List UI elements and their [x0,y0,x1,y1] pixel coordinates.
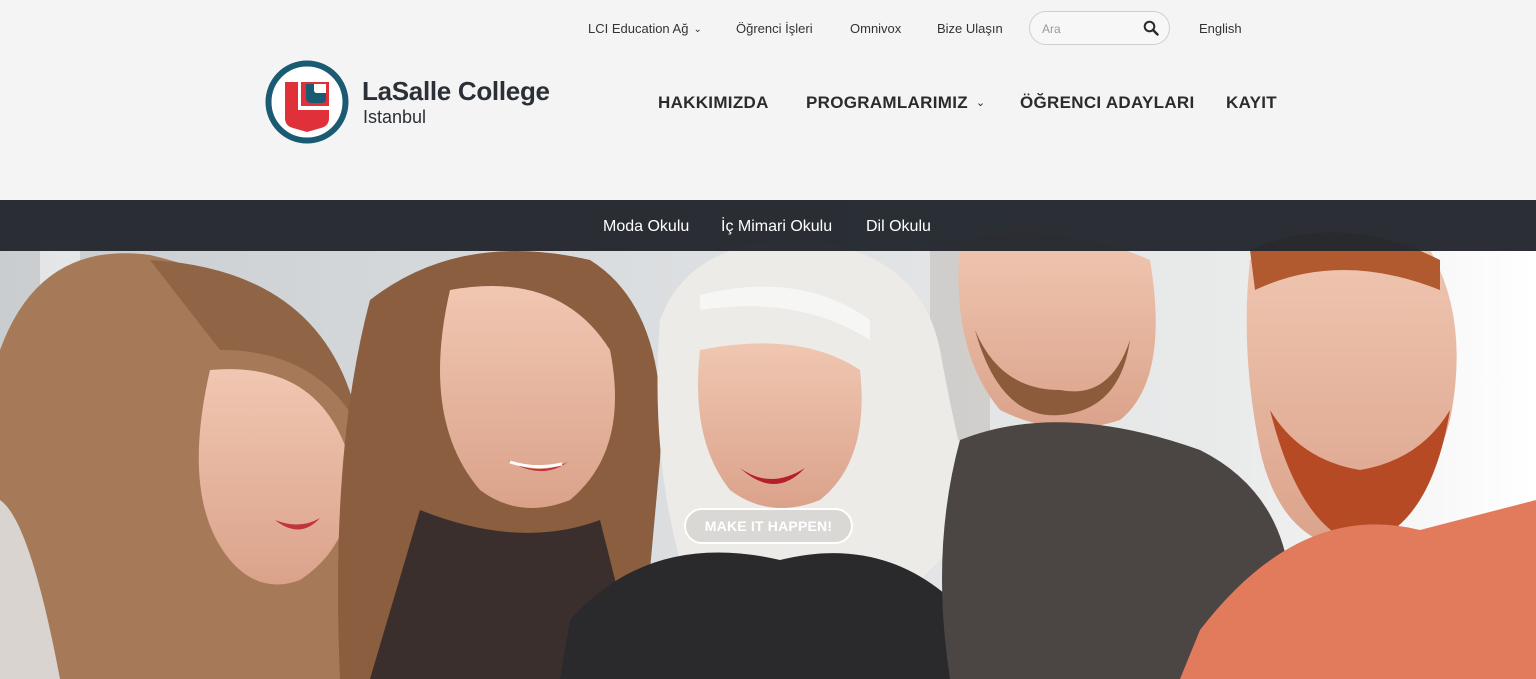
lci-network-menu[interactable]: LCI Education Ağ ⌄ [588,21,702,36]
hero-banner: Moda Okulu İç Mimari Okulu Dil Okulu MAK… [0,200,1536,679]
brand-city: Istanbul [363,107,427,127]
lci-network-label: LCI Education Ağ [588,21,689,36]
brand-name: LaSalle College [362,76,550,106]
nav-programs[interactable]: PROGRAMLARIMIZ ⌄ [806,93,985,113]
school-nav-language[interactable]: Dil Okulu [866,218,931,236]
school-nav-fashion[interactable]: Moda Okulu [603,218,689,236]
nav-prospective-students[interactable]: ÖĞRENCI ADAYLARI [1020,93,1195,113]
search-box [1029,11,1170,45]
logo-emblem [265,60,349,144]
language-switch[interactable]: English [1199,21,1242,36]
make-it-happen-button[interactable]: MAKE IT HAPPEN! [684,508,853,544]
contact-link[interactable]: Bize Ulaşın [937,21,1003,36]
nav-programs-label: PROGRAMLARIMIZ [806,93,968,112]
search-icon[interactable] [1143,20,1159,36]
college-logo[interactable]: LaSalle College Istanbul [265,60,565,144]
hero-photo [0,200,1536,679]
nav-enroll[interactable]: KAYIT [1226,93,1277,113]
omnivox-link[interactable]: Omnivox [850,21,901,36]
student-affairs-link[interactable]: Öğrenci İşleri [736,21,813,36]
search-input[interactable] [1042,20,1137,38]
utility-bar: LCI Education Ağ ⌄ Öğrenci İşleri Omnivox… [0,0,1536,56]
school-nav-interior[interactable]: İç Mimari Okulu [721,218,832,236]
school-nav-bar: Moda Okulu İç Mimari Okulu Dil Okulu [0,200,1536,251]
chevron-down-icon: ⌄ [693,24,702,35]
chevron-down-icon: ⌄ [975,97,986,109]
nav-about[interactable]: HAKKIMIZDA [658,93,769,113]
